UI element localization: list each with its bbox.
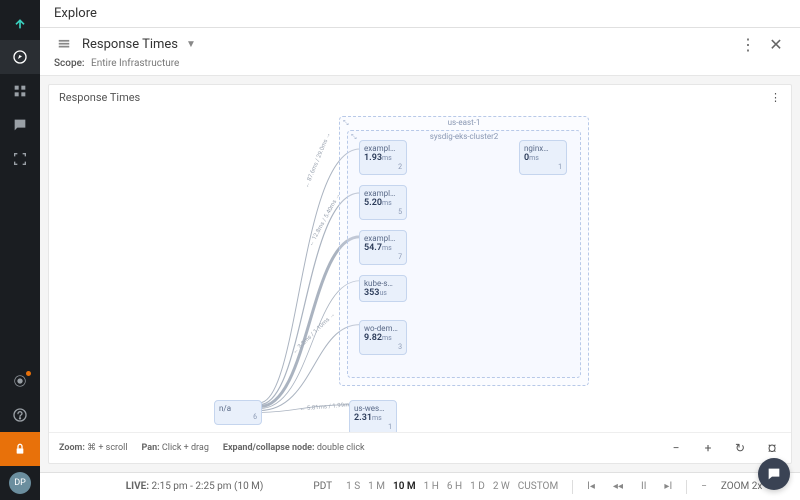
nav-notifications[interactable]: [0, 364, 40, 398]
zoom-out-button[interactable]: −: [667, 439, 685, 457]
node-count: 5: [364, 208, 402, 216]
timezone: PDT: [313, 481, 332, 492]
time-range-button[interactable]: 2 W: [489, 479, 514, 494]
close-icon[interactable]: ✕: [766, 34, 786, 54]
scope-value[interactable]: Entire Infrastructure: [91, 58, 179, 69]
time-last-button[interactable]: ▸I: [660, 479, 676, 494]
chart-title: Response Times: [59, 91, 140, 104]
node-unit: ms: [529, 154, 539, 162]
topology-node[interactable]: exampl… 5.20ms 5: [359, 185, 407, 220]
expand-hint-label: Expand/collapse node:: [223, 443, 315, 453]
node-count: 3: [364, 343, 402, 351]
zoom-level: ZOOM 2x: [721, 481, 762, 492]
svg-text:← 3.2ms / 1.10ms →: ← 3.2ms / 1.10ms →: [291, 311, 336, 355]
time-range-button[interactable]: 1 M: [364, 479, 389, 494]
chat-bubble[interactable]: [758, 458, 790, 490]
topology-node[interactable]: nginx… 0ms 1: [519, 140, 567, 175]
node-unit: ms: [372, 414, 382, 422]
node-count: 6: [219, 413, 257, 421]
dashboard-icon: [54, 34, 74, 54]
pan-hint-label: Pan:: [142, 443, 160, 453]
refresh-button[interactable]: ↻: [731, 439, 749, 457]
svg-text:← 87.6ms / 29.0ms →: ← 87.6ms / 29.0ms →: [303, 132, 332, 189]
topology-node[interactable]: exampl… 54.7ms 7: [359, 230, 407, 265]
node-name: exampl…: [364, 234, 402, 243]
node-value: 2.31: [354, 413, 372, 423]
nav-help[interactable]: [0, 398, 40, 432]
more-icon[interactable]: ⋮: [738, 34, 758, 54]
node-count: 1: [354, 423, 392, 431]
node-name: nginx…: [524, 144, 562, 153]
topology-node[interactable]: kube-s… 353us: [359, 275, 407, 302]
expand-icon[interactable]: ⤡: [351, 133, 357, 142]
time-prev-button[interactable]: ◂◂: [609, 479, 627, 494]
sidebar: DP: [0, 0, 40, 500]
panel-header: Response Times ▼ ⋮ ✕: [40, 28, 800, 58]
nav-alerts[interactable]: [0, 108, 40, 142]
node-value: 54.7: [364, 243, 382, 253]
time-bar: LIVE: 2:15 pm - 2:25 pm (10 M) PDT 1 S1 …: [40, 472, 800, 500]
svg-text:← 12.8ms / 5.40ms →: ← 12.8ms / 5.40ms →: [307, 192, 342, 247]
zoom-minus-button[interactable]: −: [697, 479, 711, 494]
node-name: wo-dem…: [364, 324, 402, 333]
node-unit: ms: [382, 154, 392, 162]
cluster-label: us-east-1: [448, 118, 481, 127]
expand-hint-value: double click: [317, 443, 365, 453]
page-title: Explore: [40, 0, 800, 28]
node-value: 1.93: [364, 153, 382, 163]
node-unit: ms: [382, 199, 392, 207]
avatar[interactable]: DP: [9, 472, 31, 494]
node-value: 9.82: [364, 333, 382, 343]
node-name: n/a: [219, 404, 257, 413]
nav-explore[interactable]: [0, 40, 40, 74]
node-count: 7: [364, 253, 402, 261]
node-name: exampl…: [364, 189, 402, 198]
live-label: LIVE:: [126, 481, 149, 492]
live-range[interactable]: 2:15 pm - 2:25 pm (10 M): [152, 481, 264, 492]
time-range-button[interactable]: 6 H: [443, 479, 466, 494]
node-count: 2: [364, 163, 402, 171]
time-range-button[interactable]: 10 M: [389, 479, 420, 494]
topology-node[interactable]: us-wes… 2.31ms 1: [349, 400, 397, 432]
time-range-button[interactable]: CUSTOM: [514, 479, 562, 494]
time-first-button[interactable]: I◂: [583, 479, 599, 494]
nav-dashboards[interactable]: [0, 74, 40, 108]
zoom-in-button[interactable]: +: [699, 439, 717, 457]
topology-canvas[interactable]: ← 87.6ms / 29.0ms → ← 12.8ms / 5.40ms → …: [49, 110, 791, 432]
node-unit: ms: [382, 334, 392, 342]
topology-node[interactable]: n/a 6: [214, 400, 262, 425]
node-value: 5.20: [364, 198, 382, 208]
node-name: exampl…: [364, 144, 402, 153]
chevron-down-icon[interactable]: ▼: [186, 39, 196, 50]
time-range-button[interactable]: 1 S: [342, 479, 364, 494]
node-unit: us: [379, 289, 386, 297]
node-unit: ms: [382, 244, 392, 252]
node-value: 353: [364, 288, 379, 298]
cluster-label: sysdig-eks-cluster2: [430, 132, 499, 141]
zoom-hint-value: ⌘ + scroll: [87, 443, 127, 453]
expand-icon[interactable]: ⤡: [343, 119, 349, 128]
panel-title: Response Times: [82, 37, 178, 52]
scope-label: Scope:: [54, 58, 85, 69]
brand-icon[interactable]: [0, 6, 40, 40]
time-range-button[interactable]: 1 D: [466, 479, 489, 494]
topology-node[interactable]: wo-dem… 9.82ms 3: [359, 320, 407, 355]
pan-hint-value: Click + drag: [162, 443, 209, 453]
panel-more-icon[interactable]: ⋮: [770, 91, 781, 104]
nav-capture[interactable]: [0, 142, 40, 176]
topology-node[interactable]: exampl… 1.93ms 2: [359, 140, 407, 175]
node-name: us-wes…: [354, 404, 392, 413]
time-pause-button[interactable]: II: [637, 479, 650, 494]
fit-button[interactable]: ¤: [763, 439, 781, 457]
node-count: 1: [524, 163, 562, 171]
node-name: kube-s…: [364, 279, 402, 288]
time-range-button[interactable]: 1 H: [420, 479, 443, 494]
nav-lock[interactable]: [0, 432, 40, 466]
scope-bar: Scope: Entire Infrastructure: [40, 58, 800, 76]
zoom-hint-label: Zoom:: [59, 443, 85, 453]
